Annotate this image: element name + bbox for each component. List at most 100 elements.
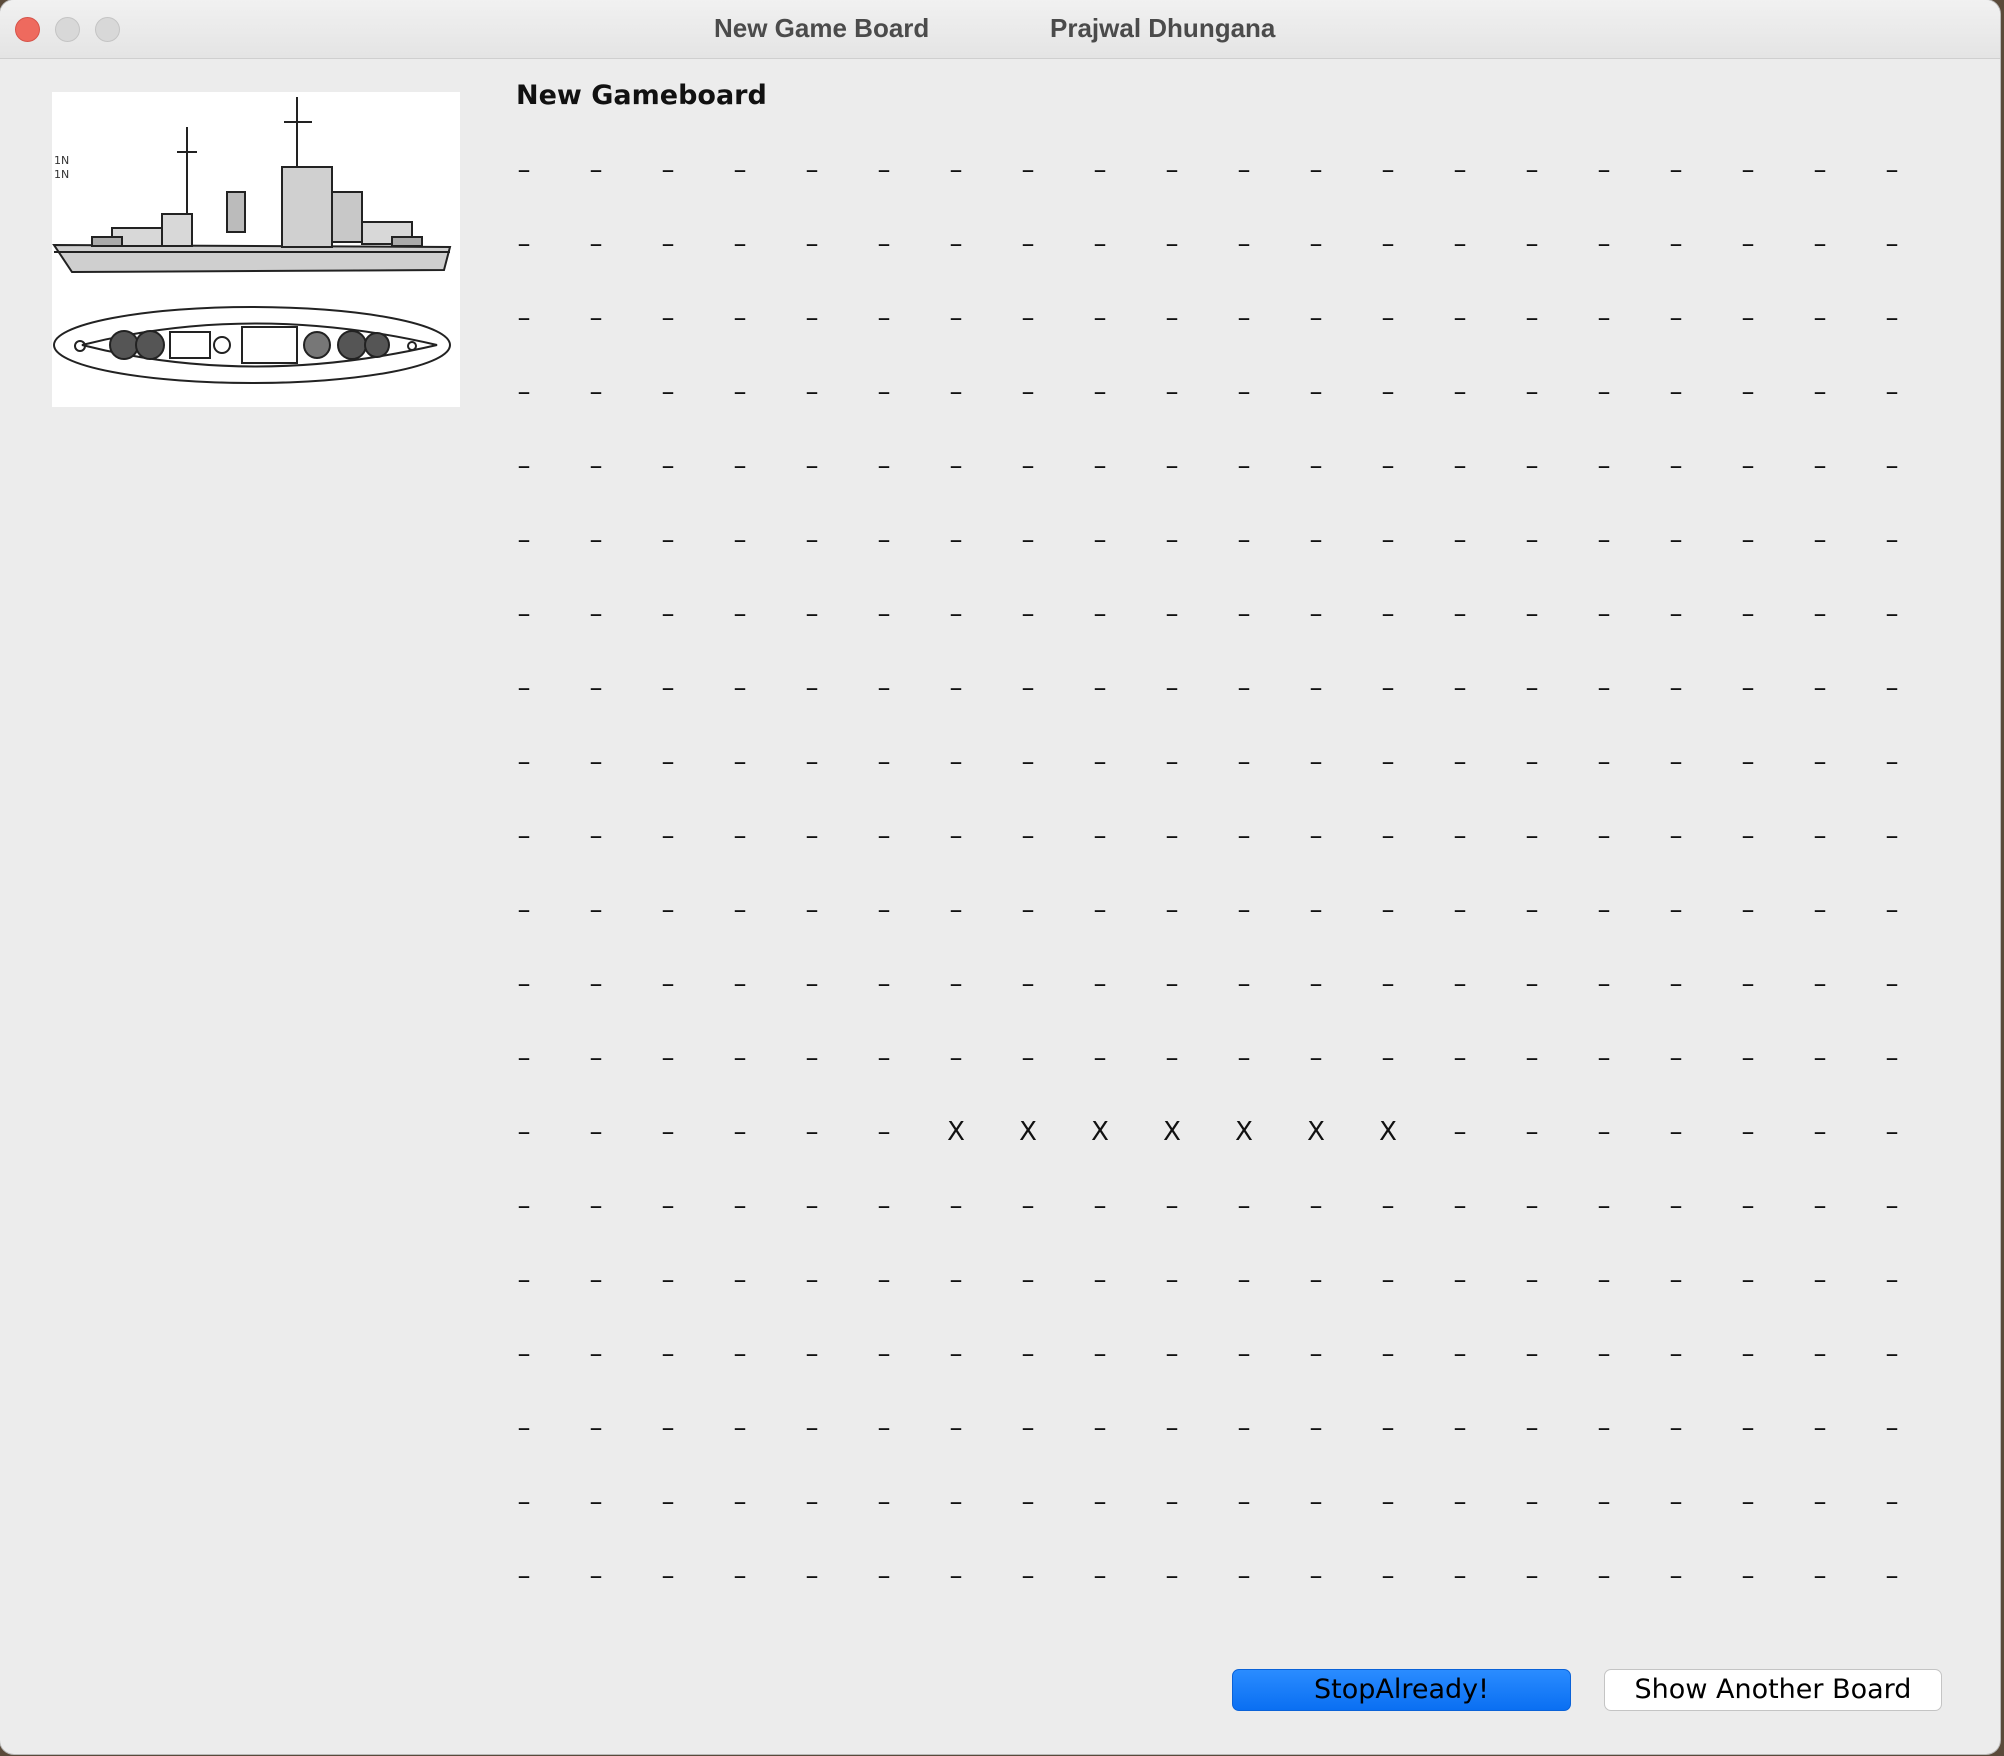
board-cell: – xyxy=(1165,1413,1179,1443)
board-cell: – xyxy=(1381,1339,1395,1369)
board-cell: – xyxy=(517,1043,531,1073)
board-cell: – xyxy=(1165,229,1179,259)
board-cell: – xyxy=(733,1339,747,1369)
board-cell: – xyxy=(1525,1339,1539,1369)
board-cell: – xyxy=(1525,1117,1539,1147)
board-cell: – xyxy=(1093,673,1107,703)
board-cell: – xyxy=(1021,1043,1035,1073)
board-cell: – xyxy=(1525,525,1539,555)
board-cell: – xyxy=(1237,673,1251,703)
board-cell: – xyxy=(1453,1117,1467,1147)
board-cell: – xyxy=(589,599,603,629)
board-cell: – xyxy=(1093,747,1107,777)
board-cell: – xyxy=(1093,1265,1107,1295)
board-cell: – xyxy=(1597,229,1611,259)
board-cell: – xyxy=(589,895,603,925)
board-cell: – xyxy=(877,451,891,481)
board-cell: – xyxy=(805,1487,819,1517)
board-cell: – xyxy=(1165,673,1179,703)
show-another-board-button[interactable]: Show Another Board xyxy=(1604,1669,1942,1711)
board-cell: – xyxy=(1021,969,1035,999)
board-cell: – xyxy=(1453,1561,1467,1591)
window-title: New Game Board xyxy=(714,13,930,43)
board-cell: – xyxy=(1381,895,1395,925)
board-cell: – xyxy=(733,1487,747,1517)
board-cell: – xyxy=(1309,155,1323,185)
board-cell: – xyxy=(1669,303,1683,333)
board-cell: – xyxy=(589,1043,603,1073)
board-cell: – xyxy=(1885,1043,1899,1073)
svg-text:1N: 1N xyxy=(54,154,69,167)
board-cell: X xyxy=(1307,1117,1325,1147)
board-cell: – xyxy=(949,1265,963,1295)
board-cell: – xyxy=(589,969,603,999)
board-cell: – xyxy=(1021,1413,1035,1443)
board-cell: – xyxy=(1741,1339,1755,1369)
board-cell: – xyxy=(1669,1487,1683,1517)
board-cell: – xyxy=(517,599,531,629)
board-cell: – xyxy=(589,1339,603,1369)
board-cell: – xyxy=(1453,1043,1467,1073)
board-cell: – xyxy=(877,377,891,407)
board-cell: – xyxy=(1381,673,1395,703)
board-cell: – xyxy=(877,525,891,555)
board-cell: – xyxy=(733,1117,747,1147)
board-cell: – xyxy=(1813,1413,1827,1443)
board-cell: – xyxy=(1021,451,1035,481)
board-cell: – xyxy=(1741,895,1755,925)
board-cell: – xyxy=(1597,451,1611,481)
board-cell: – xyxy=(805,525,819,555)
board-cell: – xyxy=(1525,1043,1539,1073)
board-cell: – xyxy=(661,895,675,925)
board-cell: – xyxy=(1093,895,1107,925)
board-cell: – xyxy=(1453,1487,1467,1517)
board-cell: – xyxy=(1309,1191,1323,1221)
board-cell: – xyxy=(1525,1413,1539,1443)
board-cell: – xyxy=(733,1265,747,1295)
board-cell: – xyxy=(517,229,531,259)
game-board-grid: – – – – – – – – – – – – – – – – – – – – – – – – – – – – – – – – – – – – – – – –… xyxy=(504,150,1944,1630)
board-cell: – xyxy=(589,673,603,703)
minimize-window-button[interactable] xyxy=(55,17,80,42)
board-cell: – xyxy=(1813,1191,1827,1221)
board-cell: – xyxy=(1021,673,1035,703)
board-cell: – xyxy=(877,1487,891,1517)
board-cell: – xyxy=(1669,229,1683,259)
maximize-window-button[interactable] xyxy=(95,17,120,42)
board-cell: – xyxy=(1381,451,1395,481)
board-cell: – xyxy=(1885,303,1899,333)
close-window-button[interactable] xyxy=(15,17,40,42)
board-cell: – xyxy=(517,1487,531,1517)
board-cell: – xyxy=(589,1487,603,1517)
board-cell: – xyxy=(1237,1413,1251,1443)
board-cell: – xyxy=(1309,1043,1323,1073)
board-cell: – xyxy=(877,673,891,703)
board-cell: – xyxy=(1381,525,1395,555)
board-cell: – xyxy=(1525,1561,1539,1591)
board-cell: – xyxy=(1741,303,1755,333)
board-cell: – xyxy=(733,969,747,999)
board-cell: – xyxy=(1381,747,1395,777)
board-cell: – xyxy=(1021,895,1035,925)
board-cell: – xyxy=(661,1339,675,1369)
board-cell: – xyxy=(661,451,675,481)
board-cell: – xyxy=(877,1339,891,1369)
board-cell: – xyxy=(949,155,963,185)
stop-already-button[interactable]: StopAlready! xyxy=(1232,1669,1571,1711)
board-cell: – xyxy=(1309,303,1323,333)
board-cell: – xyxy=(1093,1043,1107,1073)
board-cell: – xyxy=(1885,821,1899,851)
board-cell: – xyxy=(1093,451,1107,481)
board-cell: – xyxy=(1021,1339,1035,1369)
board-cell: – xyxy=(805,1413,819,1443)
board-cell: – xyxy=(1669,599,1683,629)
board-cell: – xyxy=(1741,1117,1755,1147)
board-cell: – xyxy=(805,1561,819,1591)
board-cell: – xyxy=(589,747,603,777)
board-cell: – xyxy=(517,969,531,999)
board-cell: – xyxy=(1813,1265,1827,1295)
board-cell: – xyxy=(661,1413,675,1443)
board-cell: – xyxy=(1453,821,1467,851)
board-cell: – xyxy=(1813,1487,1827,1517)
board-cell: – xyxy=(1165,599,1179,629)
